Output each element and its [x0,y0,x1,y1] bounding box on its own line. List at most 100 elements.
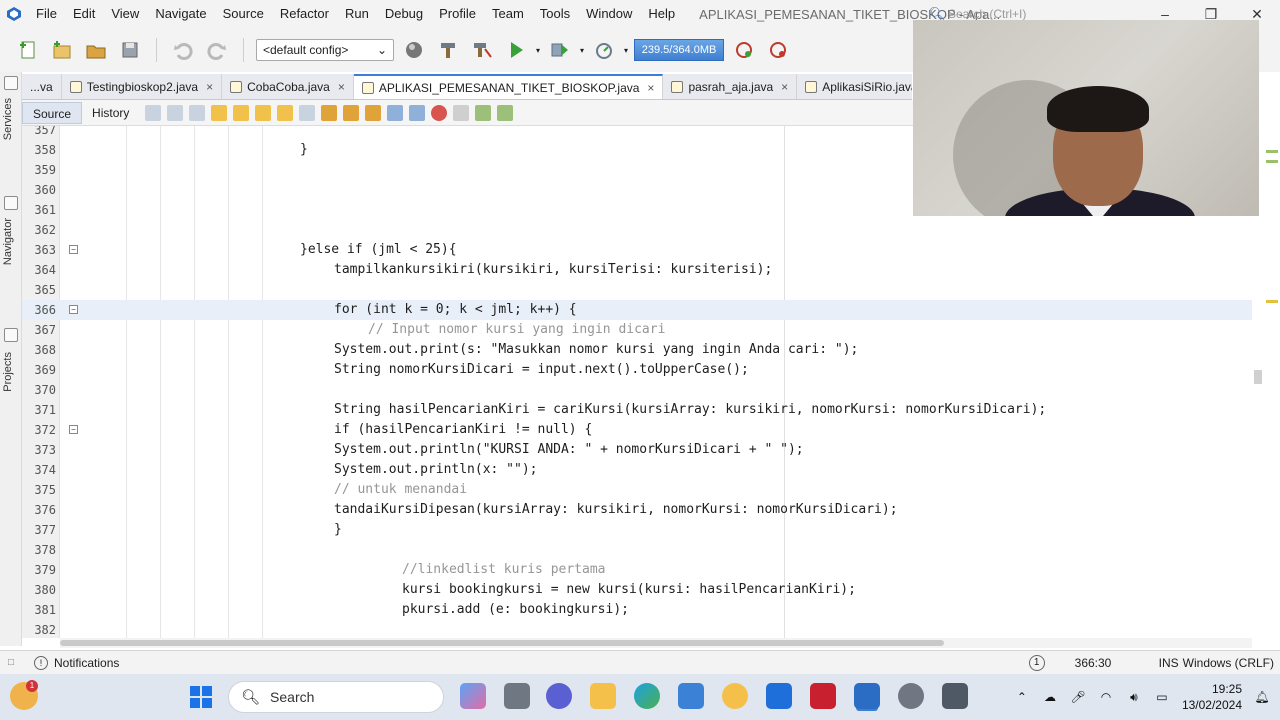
memory-usage-bar[interactable]: 239.5/364.0MB [634,39,725,61]
menu-window[interactable]: Window [578,0,640,28]
mcafee-icon[interactable] [810,683,836,709]
code-line[interactable]: 366 − for (int k = 0; k < jml; k++) { [22,300,1252,320]
stop-macro-icon[interactable] [453,104,470,121]
debug-dropdown-icon[interactable]: ▾ [580,46,584,55]
file-tab[interactable]: APLIKASI_PEMESANAN_TIKET_BIOSKOP.java × [353,74,664,99]
code-line[interactable]: 374 System.out.println(x: ""); [22,460,1252,480]
file-tab[interactable]: pasrah_aja.java × [663,74,798,99]
previous-bookmark-icon[interactable] [321,104,338,121]
code-line[interactable]: 381 pkursi.add (e: bookingkursi); [22,600,1252,620]
code-line[interactable]: 369 String nomorKursiDicari = input.next(… [22,360,1252,380]
system-clock[interactable]: 19:25 13/02/2024 [1182,681,1242,713]
code-line[interactable]: 375 // untuk menandai [22,480,1252,500]
menu-run[interactable]: Run [337,0,377,28]
menu-refactor[interactable]: Refactor [272,0,337,28]
source-view-tab[interactable]: Source [22,101,83,124]
code-line[interactable]: 363 −}else if (jml < 25){ [22,240,1252,260]
file-tab[interactable]: CobaCoba.java × [222,74,354,99]
redo-icon[interactable] [203,36,231,64]
fold-toggle-icon[interactable]: − [69,245,78,254]
build-hammer-icon[interactable] [434,36,462,64]
services-panel-label[interactable]: Services [2,98,14,140]
profiler-snapshot-icon[interactable] [764,36,792,64]
code-line[interactable]: 367 // Input nomor kursi yang ingin dicar… [22,320,1252,340]
history-view-tab[interactable]: History [82,102,139,124]
close-tab-icon[interactable]: × [647,81,654,95]
netbeans-taskbar-icon[interactable] [854,683,880,709]
code-line[interactable]: 382 [22,620,1252,638]
last-edit-icon[interactable] [145,104,162,121]
fold-toggle-icon[interactable]: − [69,425,78,434]
insert-mode[interactable]: INS [1151,656,1179,670]
fold-toggle-icon[interactable]: − [69,305,78,314]
menu-navigate[interactable]: Navigate [147,0,214,28]
profile-dropdown-icon[interactable]: ▾ [624,46,628,55]
show-hidden-icons-icon[interactable]: ⌃ [1014,690,1030,704]
next-bookmark-icon[interactable] [343,104,360,121]
code-line[interactable]: 364 tampilkankursikiri(kursikiri, kursiTe… [22,260,1252,280]
menu-edit[interactable]: Edit [65,0,103,28]
toggle-bookmark-icon[interactable] [365,104,382,121]
comment-icon[interactable] [475,104,492,121]
task-view-icon[interactable] [504,683,530,709]
clean-build-icon[interactable] [468,36,496,64]
scroll-position-indicator[interactable] [1254,370,1262,384]
open-project-icon[interactable] [82,36,110,64]
code-line[interactable]: 373 System.out.println("KURSI ANDA: " + n… [22,440,1252,460]
globe-icon[interactable] [400,36,428,64]
start-button-icon[interactable] [190,686,212,708]
file-explorer-icon[interactable] [590,683,616,709]
myhp-app-icon[interactable] [766,683,792,709]
horizontal-scroll-thumb[interactable] [60,640,944,646]
back-icon[interactable] [167,104,184,121]
code-line[interactable]: 380 kursi bookingkursi = new kursi(kursi:… [22,580,1252,600]
close-tab-icon[interactable]: × [206,80,213,94]
error-stripe-mark[interactable] [1266,160,1278,163]
menu-file[interactable]: File [28,0,65,28]
menu-tools[interactable]: Tools [532,0,578,28]
code-line[interactable]: 377} [22,520,1252,540]
navigator-panel-icon[interactable] [4,196,18,210]
menu-source[interactable]: Source [215,0,272,28]
new-file-icon[interactable] [14,36,42,64]
file-tab[interactable]: AplikasiSiRio.java× [797,74,912,99]
save-all-icon[interactable] [116,36,144,64]
code-line[interactable]: 376 tandaiKursiDipesan(kursiArray: kursik… [22,500,1252,520]
notification-count-badge[interactable]: 1 [1028,655,1045,671]
close-tab-icon[interactable]: × [338,80,345,94]
wifi-icon[interactable]: ◠ [1098,690,1114,704]
taskbar-search[interactable]: 🔍︎ Search [228,681,444,713]
battery-icon[interactable]: ▭ [1154,690,1170,704]
clock-app-icon[interactable] [898,683,924,709]
menu-view[interactable]: View [103,0,147,28]
line-ending[interactable]: Windows (CRLF) [1183,656,1274,670]
menu-help[interactable]: Help [640,0,683,28]
find-previous-icon[interactable] [233,104,250,121]
code-line[interactable]: 372 − if (hasilPencarianKiri != null) { [22,420,1252,440]
code-line[interactable]: 378 [22,540,1252,560]
help-app-icon[interactable] [722,683,748,709]
copilot-icon[interactable] [460,683,486,709]
volume-icon[interactable]: 🔊︎ [1126,690,1142,704]
file-tab[interactable]: Testingbioskop2.java × [62,74,223,99]
notification-center-icon[interactable]: 🔔︎ [1254,690,1270,704]
teams-chat-icon[interactable] [546,683,572,709]
services-panel-icon[interactable] [4,76,18,90]
menu-debug[interactable]: Debug [377,0,431,28]
error-stripe-mark[interactable] [1266,300,1278,303]
toggle-rectangular-icon[interactable] [299,104,316,121]
run-project-icon[interactable] [502,36,530,64]
horizontal-scrollbar[interactable] [60,638,1252,648]
caret-position[interactable]: 366:30 [1075,656,1151,670]
projects-panel-icon[interactable] [4,328,18,342]
find-next-icon[interactable] [255,104,272,121]
projects-panel-label[interactable]: Projects [2,352,14,392]
forward-icon[interactable] [189,104,206,121]
code-line[interactable]: 365 [22,280,1252,300]
microphone-icon[interactable]: 🎤︎ [1070,690,1086,704]
code-line[interactable]: 368 System.out.print(s: "Masukkan nomor k… [22,340,1252,360]
error-stripe-mark[interactable] [1266,150,1278,153]
gc-profiler-icon[interactable] [730,36,758,64]
find-selection-icon[interactable] [211,104,228,121]
menu-profile[interactable]: Profile [431,0,484,28]
